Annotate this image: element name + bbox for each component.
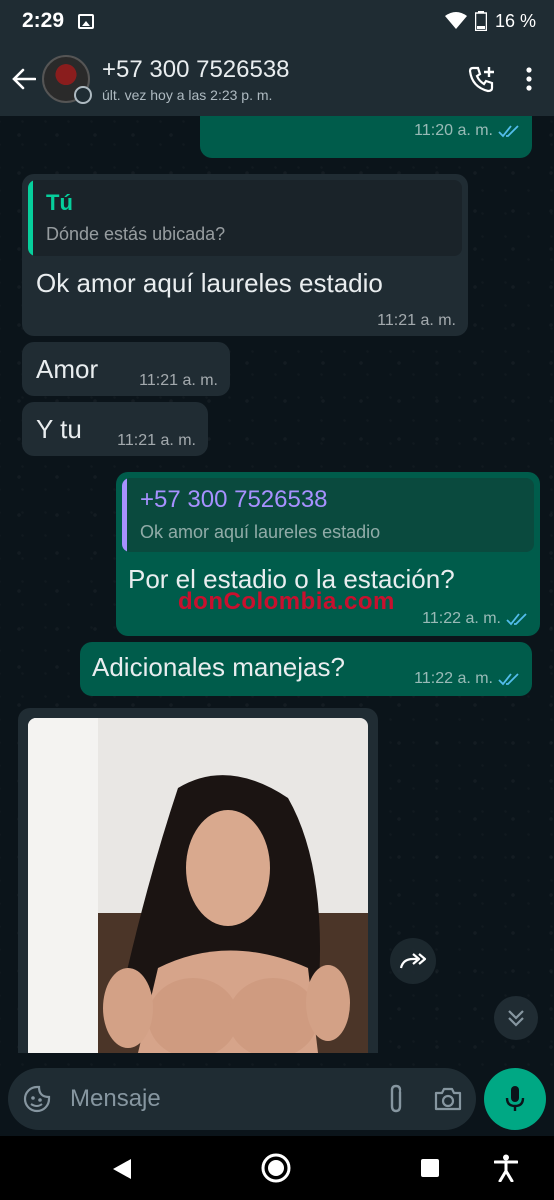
arrow-left-icon — [12, 68, 36, 90]
message-incoming[interactable]: Y tu 11:21 a. m. — [22, 402, 208, 456]
contact-avatar[interactable] — [42, 55, 92, 104]
double-check-icon — [498, 673, 519, 686]
message-time: 11:21 a. m. — [117, 432, 196, 449]
quote-text: Ok amor aquí laureles estadio — [140, 522, 381, 542]
photo-content — [28, 718, 368, 1053]
message-time: 11:22 a. m. — [422, 610, 501, 627]
quote-text: Dónde estás ubicada? — [46, 224, 226, 244]
message-text: Y tu — [36, 414, 82, 444]
nav-recents-icon[interactable] — [420, 1158, 440, 1178]
message-meta: 11:21 a. m. — [377, 312, 456, 330]
message-incoming[interactable]: Tú Dónde estás ubicada? Ok amor aquí lau… — [22, 174, 468, 336]
message-time: 11:20 a. m. — [414, 122, 493, 139]
quote-author: Tú — [46, 190, 73, 215]
camera-icon[interactable] — [434, 1087, 462, 1111]
forward-icon — [399, 953, 427, 969]
disappearing-timer-icon — [74, 86, 92, 104]
microphone-icon — [505, 1086, 525, 1111]
double-check-icon — [498, 125, 519, 138]
watermark: donColombia.com — [178, 588, 395, 615]
nav-back-icon[interactable] — [112, 1158, 132, 1180]
image-message[interactable] — [18, 708, 378, 1053]
message-time: 11:21 a. m. — [139, 372, 218, 389]
status-bar: 2:29 16 % — [0, 0, 554, 42]
chat-header: +57 300 7526538 últ. vez hoy a las 2:23 … — [0, 42, 554, 116]
more-options-icon[interactable] — [526, 67, 532, 91]
composer-actions — [386, 1084, 462, 1114]
sticker-icon[interactable] — [22, 1084, 52, 1114]
quoted-message[interactable]: Tú Dónde estás ubicada? — [28, 180, 462, 256]
back-button[interactable] — [6, 42, 42, 116]
image-thumbnail[interactable] — [28, 718, 368, 1053]
quote-bar — [28, 180, 33, 256]
status-time: 2:29 — [22, 9, 65, 32]
status-right: 16 % — [444, 10, 536, 32]
message-meta: 11:21 a. m. — [139, 372, 218, 390]
quote-author: +57 300 7526538 — [140, 486, 328, 513]
chat-area[interactable]: 11:20 a. m. Tú Dónde estás ubicada? Ok a… — [0, 116, 554, 1066]
message-meta: 11:22 a. m. — [414, 670, 520, 688]
message-time: 11:22 a. m. — [414, 670, 493, 687]
contact-info[interactable]: +57 300 7526538 últ. vez hoy a las 2:23 … — [102, 56, 290, 103]
quoted-message[interactable]: +57 300 7526538 Ok amor aquí laureles es… — [122, 478, 534, 552]
message-outgoing[interactable]: Adicionales manejas? 11:22 a. m. — [80, 642, 532, 696]
double-chevron-down-icon — [508, 1010, 524, 1027]
battery-icon — [474, 11, 487, 31]
last-seen: últ. vez hoy a las 2:23 p. m. — [102, 86, 273, 103]
battery-percent: 16 % — [494, 10, 536, 31]
composer — [0, 1066, 554, 1136]
message-meta: 11:20 a. m. — [414, 122, 520, 140]
message-text: Ok amor aquí laureles estadio — [36, 268, 383, 298]
header-actions — [468, 65, 554, 93]
forward-button[interactable] — [390, 938, 436, 984]
message-input-box[interactable] — [8, 1068, 476, 1130]
system-nav-bar — [0, 1136, 554, 1200]
message-outgoing[interactable]: 11:20 a. m. — [200, 116, 532, 158]
message-meta: 11:21 a. m. — [117, 432, 196, 450]
wifi-icon — [444, 12, 467, 29]
message-time: 11:21 a. m. — [377, 312, 456, 329]
nav-home-icon[interactable] — [260, 1152, 292, 1184]
quote-bar — [122, 478, 127, 552]
scroll-to-bottom-button[interactable] — [494, 996, 538, 1040]
image-notification-icon — [78, 13, 95, 29]
add-call-icon[interactable] — [468, 65, 496, 93]
message-text: Amor — [36, 354, 99, 384]
message-input[interactable] — [70, 1085, 340, 1113]
message-text: Adicionales manejas? — [92, 652, 345, 682]
accessibility-icon[interactable] — [494, 1154, 518, 1182]
voice-record-button[interactable] — [484, 1068, 546, 1130]
paperclip-icon[interactable] — [386, 1084, 406, 1114]
message-meta: 11:22 a. m. — [422, 610, 528, 628]
double-check-icon — [506, 613, 527, 626]
message-incoming[interactable]: Amor 11:21 a. m. — [22, 342, 230, 396]
contact-name: +57 300 7526538 — [102, 55, 290, 83]
